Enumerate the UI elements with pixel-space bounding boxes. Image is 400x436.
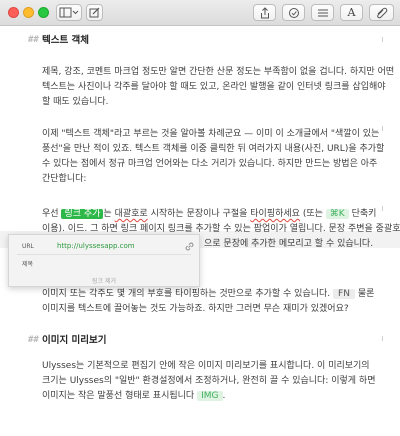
heading-marker: ## <box>28 35 39 45</box>
typography-button[interactable]: A <box>340 4 363 21</box>
misspelled-word[interactable]: 타이핑하세요 <box>250 209 300 219</box>
paperclip-icon <box>377 7 388 18</box>
list-button[interactable] <box>311 4 334 21</box>
link-popup: URL http://ulyssesapp.com 제목 링크 제거 <box>8 234 200 287</box>
image-tag[interactable]: IMG <box>197 391 223 401</box>
text-run: 는 <box>103 209 112 219</box>
text-run: 단축키 <box>351 209 377 219</box>
paragraph-line[interactable]: Ulysses는 기본적으로 편집기 안에 작은 이미지 미리보기를 표시합니다… <box>42 360 370 372</box>
text-run: 물론 <box>357 289 375 299</box>
heading-image-preview[interactable]: 이미지 미리보기 <box>42 335 107 347</box>
share-icon <box>260 6 269 18</box>
misspelled-word[interactable]: 대괄호로 <box>115 209 148 219</box>
text-run: 이미지는 작은 말풍선 형태로 표시됩니다 <box>42 391 195 401</box>
sidebar-toggle-button[interactable] <box>56 4 82 21</box>
minimize-window-button[interactable] <box>23 7 34 18</box>
link-icon[interactable] <box>185 242 194 251</box>
close-window-button[interactable] <box>8 7 19 18</box>
remove-link-button[interactable]: 링크 제거 <box>9 276 199 285</box>
compose-icon <box>89 7 100 18</box>
typography-icon: A <box>347 6 356 19</box>
paragraph-line[interactable]: 수 있다는 점에서 정규 마크업 언어와는 다소 거리가 있습니다. 하지만 만… <box>42 158 377 170</box>
link-tag[interactable]: 링크 추가 <box>61 209 104 219</box>
shortcut-tag[interactable]: ⌘K <box>325 209 349 219</box>
url-field[interactable]: http://ulyssesapp.com <box>57 242 135 250</box>
editor[interactable]: ## 텍스트 객체 제목, 강조, 코멘트 마크업 정도만 알면 간단한 산문 … <box>0 26 400 436</box>
url-label: URL <box>22 243 34 250</box>
line-separator <box>382 206 383 211</box>
title-label: 제목 <box>22 261 34 268</box>
paragraph-line[interactable]: 텍스트는 사진이나 각주를 달아야 할 때도 있고, 온라인 발행을 같이 인터… <box>42 81 386 93</box>
goals-button[interactable] <box>282 4 305 21</box>
compose-button[interactable] <box>86 4 103 21</box>
popup-divider <box>17 254 191 255</box>
text-run: 이미지 또는 각주도 몇 개의 부호를 타이핑하는 것만으로 추가할 수 있습니… <box>42 289 331 299</box>
sidebar-icon <box>59 7 79 18</box>
line-separator <box>382 336 383 341</box>
paragraph-line[interactable]: 으로 문장에 추가한 메모리고 할 수 있습니다. <box>204 238 373 250</box>
paragraph-line[interactable]: 할 때도 있습니다. <box>42 96 109 108</box>
share-button[interactable] <box>253 4 276 21</box>
toolbar: A <box>0 0 400 26</box>
paragraph-line[interactable]: 간단합니다: <box>42 173 86 185</box>
paragraph-line[interactable]: 풍선"을 만난 적이 있죠. 텍스트 객체를 이중 클릭한 뒤 여러가지 내용(… <box>42 143 384 155</box>
text-run: (또는 <box>302 209 323 219</box>
text-run: 시작하는 문장이나 구절을 <box>150 209 248 219</box>
paragraph-line[interactable]: 이미지 또는 각주도 몇 개의 부호를 타이핑하는 것만으로 추가할 수 있습니… <box>42 288 374 300</box>
heading-marker: ## <box>28 335 39 345</box>
zoom-window-button[interactable] <box>38 7 49 18</box>
paragraph-line[interactable]: 크기는 Ulysses의 "일반" 환경설정에서 조정하거나, 완전히 끌 수 … <box>42 375 375 387</box>
attachments-button[interactable] <box>369 4 394 21</box>
list-icon <box>317 9 328 16</box>
text-run: 우선 <box>42 209 59 219</box>
line-separator <box>382 126 383 131</box>
footnote-tag[interactable]: FN <box>333 289 355 299</box>
line-separator <box>382 37 383 42</box>
text-run: . <box>222 391 226 401</box>
goals-icon <box>288 7 299 18</box>
paragraph-line[interactable]: 이제 "텍스트 객체"라고 부르는 것을 알아볼 차례군요 — 이미 이 소개글… <box>42 128 379 140</box>
paragraph-line[interactable]: 제목, 강조, 코멘트 마크업 정도만 알면 간단한 산문 정도는 부족함이 없… <box>42 66 394 78</box>
heading-text-objects[interactable]: 텍스트 객체 <box>42 35 89 47</box>
paragraph-line[interactable]: 우선 링크 추가 는 대괄호로 시작하는 문장이나 구절을 타이핑하세요 (또는 … <box>42 208 376 220</box>
paragraph-line[interactable]: 이미지는 작은 말풍선 형태로 표시됩니다 IMG. <box>42 390 225 402</box>
paragraph-line[interactable]: 이미지를 텍스트에 끌어놓는 것도 가능하죠. 하지만 그러면 무슨 재미가 있… <box>42 303 349 315</box>
